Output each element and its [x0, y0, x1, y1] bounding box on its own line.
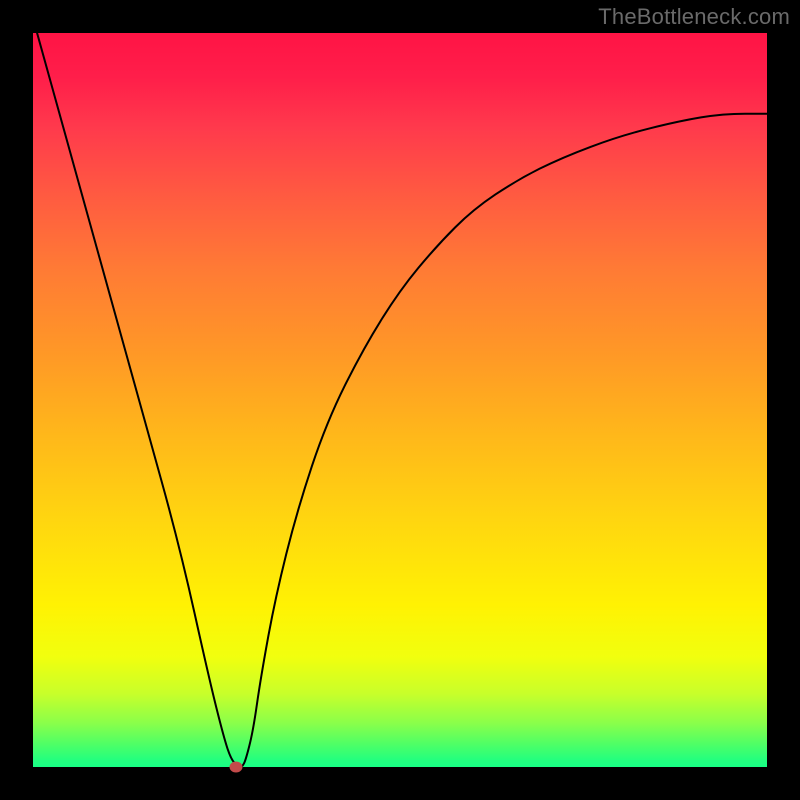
optimum-marker-dot — [229, 762, 242, 773]
bottleneck-curve-line — [33, 33, 767, 767]
chart-frame: TheBottleneck.com — [0, 0, 800, 800]
chart-svg — [33, 33, 767, 767]
watermark-text: TheBottleneck.com — [598, 4, 790, 30]
